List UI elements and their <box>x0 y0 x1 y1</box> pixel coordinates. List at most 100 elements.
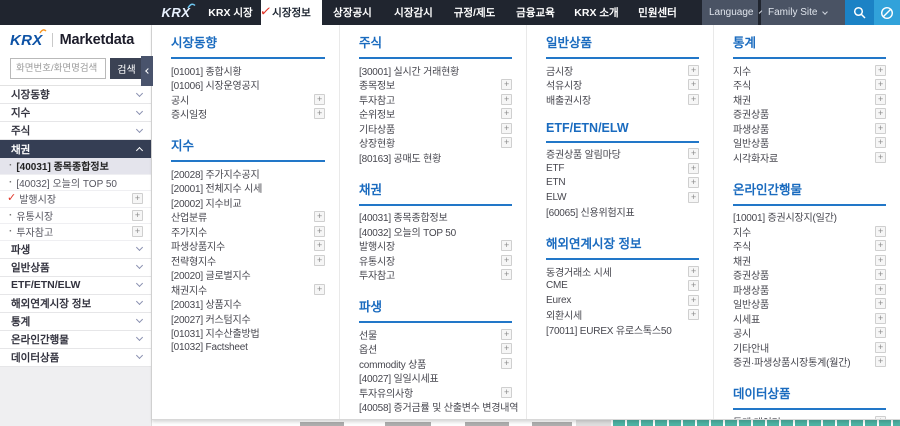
nav-tab[interactable]: 민원센터 <box>627 0 688 25</box>
expand-plus-icon[interactable]: + <box>688 177 699 189</box>
mega-menu-item[interactable]: [30001] 실시간 거래현황 <box>359 63 512 78</box>
mega-menu-item[interactable]: 파생상품지수 + <box>171 239 325 253</box>
nav-tab[interactable]: 시장감시 <box>383 0 444 25</box>
mega-menu-item[interactable]: [20031] 상품지수 <box>171 297 325 311</box>
sidebar-subitem[interactable]: · [40031] 종목종합정보 <box>0 158 151 175</box>
mega-menu-item[interactable]: [20001] 전체지수 시세 <box>171 181 325 195</box>
expand-plus-icon[interactable]: + <box>875 137 886 149</box>
mega-menu-section-title[interactable]: 시장동향 <box>171 27 325 59</box>
nav-tab[interactable]: 상장공시 <box>322 0 383 25</box>
sidebar-search-button[interactable]: 검색 <box>110 58 143 79</box>
sidebar-collapse-tab[interactable] <box>141 56 153 86</box>
mega-menu-item[interactable]: [01031] 지수산출방법 <box>171 326 325 340</box>
expand-plus-icon[interactable]: + <box>688 162 699 174</box>
language-dropdown[interactable]: Language <box>702 0 762 25</box>
search-button[interactable] <box>845 0 874 25</box>
mega-menu-item[interactable]: [40058] 증거금률 및 산출변수 변경내역 <box>359 400 518 414</box>
mega-menu-item[interactable]: 주식 + <box>733 239 886 253</box>
mega-menu-item[interactable]: 공시 + <box>733 326 886 340</box>
mega-menu-item[interactable]: 순위정보 + <box>359 107 512 121</box>
expand-plus-icon[interactable]: + <box>875 79 886 91</box>
expand-plus-icon[interactable]: + <box>875 254 886 266</box>
mega-menu-item[interactable]: 시각화자료 + <box>733 150 886 165</box>
mega-menu-item[interactable]: 옵션 + <box>359 342 512 356</box>
sidebar-item[interactable]: ETF/ETN/ELW <box>0 276 151 295</box>
screen-search-input[interactable] <box>10 58 106 79</box>
mega-menu-section-title[interactable]: 채권 <box>359 174 512 206</box>
mega-menu-item[interactable]: 투자유의사항 + <box>359 385 512 400</box>
sidebar-item[interactable]: 해외연계시장 정보 <box>0 294 151 313</box>
expand-plus-icon[interactable]: + <box>501 79 512 91</box>
marketdata-logo[interactable]: KRX Marketdata <box>0 25 151 55</box>
expand-plus-icon[interactable]: + <box>875 415 886 419</box>
mega-menu-item[interactable]: 투자참고 + <box>359 268 512 282</box>
expand-plus-icon[interactable]: + <box>501 93 512 105</box>
mega-menu-section-title[interactable]: 일반상품 <box>546 27 699 59</box>
expand-plus-icon[interactable]: + <box>688 265 699 277</box>
sidebar-item[interactable]: 주식 <box>0 122 151 140</box>
expand-plus-icon[interactable]: + <box>501 122 512 134</box>
mega-menu-item[interactable]: [60065] 신용위험지표 <box>546 205 699 219</box>
mega-menu-item[interactable]: 통계 데이터 + <box>733 414 886 419</box>
mega-menu-item[interactable]: 전략형지수 + <box>171 253 325 268</box>
expand-plus-icon[interactable]: + <box>875 341 886 353</box>
mega-menu-item[interactable]: 증권상품 + <box>733 107 886 121</box>
mega-menu-item[interactable]: 일반상품 + <box>733 136 886 150</box>
mega-menu-item[interactable]: 상장현황 + <box>359 136 512 150</box>
mega-menu-item[interactable]: 주식 + <box>733 78 886 92</box>
mega-menu-item[interactable]: 주가지수 + <box>171 224 325 239</box>
expand-plus-icon[interactable]: + <box>688 93 699 105</box>
sidebar-item[interactable]: 채권 <box>0 140 151 158</box>
expand-plus-icon[interactable]: + <box>875 283 886 295</box>
expand-plus-icon[interactable]: + <box>314 108 325 120</box>
mega-menu-item[interactable]: 지수 + <box>733 224 886 239</box>
mega-menu-item[interactable]: 배출권시장 + <box>546 92 699 107</box>
mega-menu-item[interactable]: [70011] EUREX 유로스톡스50 <box>546 322 699 337</box>
mega-menu-item[interactable]: 채권 + <box>733 92 886 107</box>
mega-menu-section-title[interactable]: 온라인간행물 <box>733 174 886 206</box>
mega-menu-item[interactable]: 선물 + <box>359 327 512 342</box>
expand-plus-icon[interactable]: + <box>132 209 143 221</box>
sidebar-item[interactable]: 통계 <box>0 312 151 331</box>
sidebar-item[interactable]: 온라인간행물 <box>0 330 151 349</box>
expand-plus-icon[interactable]: + <box>501 108 512 120</box>
nav-tab[interactable]: 규정/제도 <box>444 0 505 25</box>
expand-plus-icon[interactable]: + <box>688 79 699 91</box>
expand-plus-icon[interactable]: + <box>875 298 886 310</box>
mega-menu-item[interactable]: [80163] 공매도 현황 <box>359 150 512 165</box>
expand-plus-icon[interactable]: + <box>314 211 325 223</box>
mega-menu-item[interactable]: 일반상품 + <box>733 297 886 311</box>
mega-menu-item[interactable]: [40031] 종목종합정보 <box>359 210 512 224</box>
mega-menu-item[interactable]: 파생상품 + <box>733 121 886 136</box>
mega-menu-item[interactable]: 채권지수 + <box>171 282 325 297</box>
expand-plus-icon[interactable]: + <box>875 327 886 339</box>
mega-menu-item[interactable]: 증권·파생상품시장통계(월간) + <box>733 355 886 369</box>
expand-plus-icon[interactable]: + <box>875 151 886 163</box>
mega-menu-item[interactable]: 금시장 + <box>546 63 699 78</box>
mega-menu-section-title[interactable]: ETF/ETN/ELW <box>546 116 699 143</box>
mega-menu-item[interactable]: 증권상품 + <box>733 268 886 282</box>
expand-plus-icon[interactable]: + <box>314 225 325 237</box>
expand-plus-icon[interactable]: + <box>132 193 143 205</box>
expand-plus-icon[interactable]: + <box>875 64 886 76</box>
expand-plus-icon[interactable]: + <box>688 64 699 76</box>
mega-menu-item[interactable]: [20002] 지수비교 <box>171 195 325 210</box>
mega-menu-item[interactable]: Eurex + <box>546 293 699 308</box>
expand-plus-icon[interactable]: + <box>501 269 512 281</box>
sidebar-item[interactable]: 일반상품 <box>0 258 151 277</box>
expand-plus-icon[interactable]: + <box>688 309 699 321</box>
mega-menu-item[interactable]: 외환시세 + <box>546 308 699 322</box>
expand-plus-icon[interactable]: + <box>688 280 699 292</box>
mega-menu-item[interactable]: [01032] Factsheet <box>171 340 325 355</box>
expand-plus-icon[interactable]: + <box>688 294 699 306</box>
mega-menu-section-title[interactable]: 주식 <box>359 27 512 59</box>
mega-menu-item[interactable]: [40032] 오늘의 TOP 50 <box>359 224 512 239</box>
mega-menu-item[interactable]: [40027] 일일시세표 <box>359 371 512 385</box>
expand-plus-icon[interactable]: + <box>314 240 325 252</box>
mega-menu-item[interactable]: 증시일정 + <box>171 107 325 121</box>
expand-plus-icon[interactable]: + <box>501 254 512 266</box>
expand-plus-icon[interactable]: + <box>501 137 512 149</box>
mega-menu-section-title[interactable]: 해외연계시장 정보 <box>546 228 699 260</box>
mega-menu-item[interactable]: commodity 상품 + <box>359 356 512 371</box>
accessibility-button[interactable] <box>874 0 900 25</box>
